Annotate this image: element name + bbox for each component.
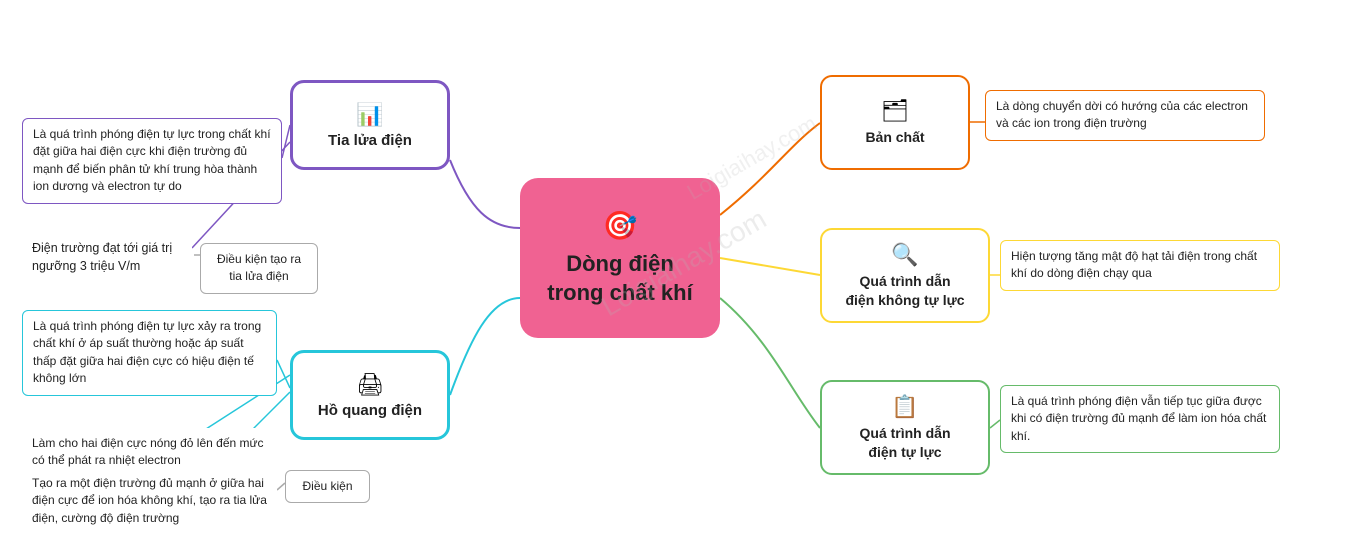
central-icon: 🎯 xyxy=(603,209,638,242)
info-ho-tao: Tạo ra một điện trường đủ mạnh ở giữa ha… xyxy=(22,468,277,534)
qua-trinh-tu-label: Quá trình dẫnđiện tự lực xyxy=(860,424,951,460)
tia-label: Tia lửa điện xyxy=(328,132,412,149)
info-qua-trinh-tu-desc: Là quá trình phóng điện vẫn tiếp tục giữ… xyxy=(1000,385,1280,453)
branch-ho-quang-dien: 🖨 Hồ quang điện xyxy=(290,350,450,440)
ho-icon: 🖨 xyxy=(356,372,384,398)
node-ban-chat: 🗂 Bản chất xyxy=(820,75,970,170)
info-tia-nguong: Điện trường đạt tới giá trị ngưỡng 3 tri… xyxy=(22,232,192,282)
qua-trinh-tu-icon: 📋 xyxy=(891,394,918,420)
branch-tia-lua-dien: 📊 Tia lửa điện xyxy=(290,80,450,170)
ho-label: Hồ quang điện xyxy=(318,402,422,419)
info-ban-chat-desc: Là dòng chuyển dời có hướng của các elec… xyxy=(985,90,1265,141)
info-qua-trinh-khong-desc: Hiện tượng tăng mật độ hạt tải điện tron… xyxy=(1000,240,1280,291)
info-ho-dieu-kien: Điều kiện xyxy=(285,470,370,503)
central-title: Dòng điệntrong chất khí xyxy=(547,250,692,307)
ban-chat-icon: 🗂 xyxy=(881,98,909,124)
info-ho-main: Là quá trình phóng điện tự lực xảy ra tr… xyxy=(22,310,277,396)
info-tia-dieu-kien: Điều kiện tạo ra tia lửa điện xyxy=(200,243,318,294)
central-node: 🎯 Dòng điệntrong chất khí xyxy=(520,178,720,338)
tia-icon: 📊 xyxy=(356,102,383,128)
mindmap-container: Loigiaihay.com Loigiaihay.com xyxy=(0,0,1368,526)
qua-trinh-khong-label: Quá trình dẫnđiện không tự lực xyxy=(845,272,964,308)
qua-trinh-khong-icon: 🔍 xyxy=(891,242,918,268)
node-qua-trinh-tu-luc: 📋 Quá trình dẫnđiện tự lực xyxy=(820,380,990,475)
info-tia-main: Là quá trình phóng điện tự lực trong chấ… xyxy=(22,118,282,204)
node-qua-trinh-khong-tu-luc: 🔍 Quá trình dẫnđiện không tự lực xyxy=(820,228,990,323)
ban-chat-label: Bản chất xyxy=(865,128,924,146)
